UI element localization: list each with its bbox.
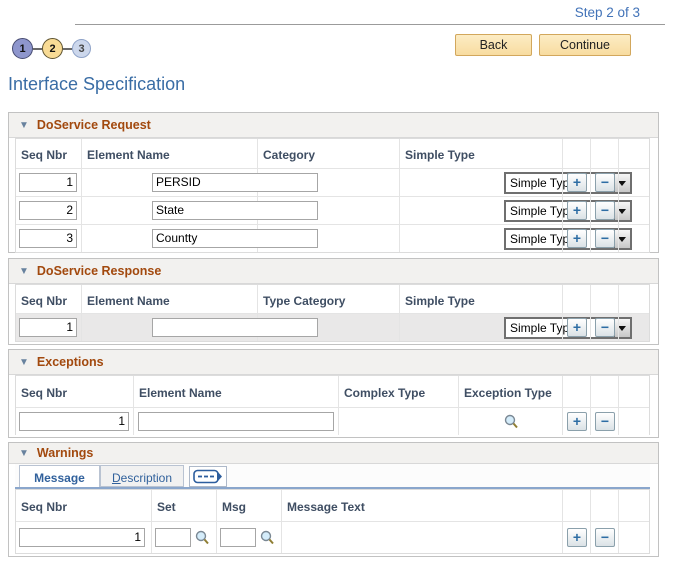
lookup-icon[interactable] <box>504 414 519 430</box>
add-row-button[interactable]: + <box>567 200 587 220</box>
section-header: ▼ Exceptions <box>9 350 658 375</box>
step-circle-1: 1 <box>12 38 33 59</box>
lookup-icon[interactable] <box>260 530 275 546</box>
delete-row-button[interactable]: − <box>595 228 615 248</box>
col-element-name: Element Name <box>139 386 222 400</box>
seq-nbr-input[interactable] <box>19 527 145 547</box>
add-row-button[interactable]: + <box>567 527 587 547</box>
add-row-button[interactable]: + <box>567 411 587 431</box>
col-simple-type: Simple Type <box>405 294 475 308</box>
section-header: ▼ DoService Request <box>9 113 658 138</box>
col-seq-nbr: Seq Nbr <box>21 294 68 308</box>
warnings-grid: Seq Nbr Set Msg Message Text 1 + − <box>15 489 650 554</box>
col-exception-type: Exception Type <box>464 386 552 400</box>
table-row: + − <box>16 407 649 435</box>
collapse-icon[interactable]: ▼ <box>19 266 29 277</box>
col-set: Set <box>157 500 176 514</box>
request-grid: Seq Nbr Element Name Category Simple Typ… <box>15 138 650 253</box>
step-progress: 1 2 3 <box>12 38 91 59</box>
delete-row-button[interactable]: − <box>595 200 615 220</box>
col-element-name: Element Name <box>87 294 170 308</box>
section-title: DoService Response <box>36 264 162 278</box>
section-header: ▼ DoService Response <box>9 259 658 284</box>
page-title: Interface Specification <box>8 74 186 94</box>
col-type-category: Type Category <box>263 294 346 308</box>
step-connector <box>33 47 42 50</box>
col-message-text: Message Text <box>287 500 365 514</box>
tab-description-label: Description <box>111 471 173 485</box>
delete-row-button[interactable]: − <box>595 317 615 337</box>
col-seq-nbr: Seq Nbr <box>21 500 68 514</box>
seq-nbr-input[interactable] <box>19 228 77 248</box>
delete-row-button[interactable]: − <box>595 527 615 547</box>
show-all-columns-icon <box>193 469 222 484</box>
lookup-icon[interactable] <box>195 530 210 546</box>
column-header-row: Seq Nbr Element Name Type Category Simpl… <box>16 285 649 313</box>
continue-button[interactable]: Continue <box>539 34 631 56</box>
table-row: Simple Type xsd:string + − <box>16 168 649 196</box>
add-row-button[interactable]: + <box>567 317 587 337</box>
collapse-icon[interactable]: ▼ <box>19 120 29 131</box>
section-warnings: ▼ Warnings Message Description Seq Nbr S… <box>8 442 659 557</box>
response-grid: Seq Nbr Element Name Type Category Simpl… <box>15 284 650 342</box>
delete-row-button[interactable]: − <box>595 172 615 192</box>
collapse-icon[interactable]: ▼ <box>19 448 29 459</box>
seq-nbr-input[interactable] <box>19 411 129 431</box>
element-name-input[interactable] <box>138 411 334 431</box>
seq-nbr-input[interactable] <box>19 200 77 220</box>
section-doservice-response: ▼ DoService Response Seq Nbr Element Nam… <box>8 258 659 345</box>
column-header-row: Seq Nbr Element Name Category Simple Typ… <box>16 139 649 168</box>
add-row-button[interactable]: + <box>567 172 587 192</box>
tab-message[interactable]: Message <box>19 465 100 487</box>
table-row: + − <box>16 521 649 553</box>
table-row: Simple Type xsd:string + − <box>16 224 649 252</box>
section-title: Exceptions <box>36 355 104 369</box>
warnings-tabbar: Message Description <box>15 464 650 489</box>
section-title: Warnings <box>36 446 94 460</box>
delete-row-button[interactable]: − <box>595 411 615 431</box>
set-input[interactable] <box>155 527 191 547</box>
show-all-columns-button[interactable] <box>189 466 227 487</box>
col-msg: Msg <box>222 500 246 514</box>
table-row: Simple Type xsd:string + − <box>16 196 649 224</box>
col-complex-type: Complex Type <box>344 386 426 400</box>
msg-input[interactable] <box>220 527 256 547</box>
col-category: Category <box>263 148 316 162</box>
column-header-row: Seq Nbr Element Name Complex Type Except… <box>16 376 649 407</box>
step-indicator-text: Step 2 of 3 <box>574 5 640 20</box>
add-row-button[interactable]: + <box>567 228 587 248</box>
header-divider <box>75 24 665 25</box>
step-connector <box>63 47 72 50</box>
section-title: DoService Request <box>36 118 151 132</box>
back-button[interactable]: Back <box>455 34 532 56</box>
seq-nbr-input[interactable] <box>19 172 77 192</box>
column-header-row: Seq Nbr Set Msg Message Text <box>16 490 649 521</box>
collapse-icon[interactable]: ▼ <box>19 357 29 368</box>
tab-message-label: Message <box>34 471 85 485</box>
exceptions-grid: Seq Nbr Element Name Complex Type Except… <box>15 375 650 435</box>
seq-nbr-input[interactable] <box>19 317 77 337</box>
col-element-name: Element Name <box>87 148 170 162</box>
col-simple-type: Simple Type <box>405 148 475 162</box>
tab-description[interactable]: Description <box>100 465 184 487</box>
table-row: Simple Type + − <box>16 313 649 341</box>
col-seq-nbr: Seq Nbr <box>21 386 68 400</box>
section-exceptions: ▼ Exceptions Seq Nbr Element Name Comple… <box>8 349 659 438</box>
step-circle-2: 2 <box>42 38 63 59</box>
step-circle-3: 3 <box>72 39 91 58</box>
section-header: ▼ Warnings <box>9 443 658 464</box>
section-doservice-request: ▼ DoService Request Seq Nbr Element Name… <box>8 112 659 253</box>
col-seq-nbr: Seq Nbr <box>21 148 68 162</box>
